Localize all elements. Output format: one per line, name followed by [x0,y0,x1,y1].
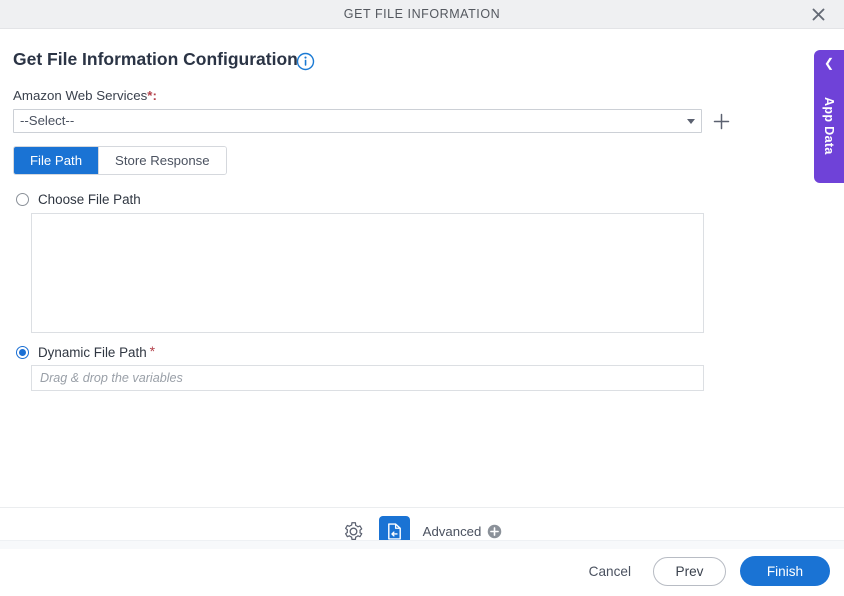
footer-band [0,540,844,549]
chevron-left-icon: ❮ [823,56,835,70]
aws-select[interactable]: --Select-- [13,109,702,133]
page-title: Get File Information Configuration [13,49,298,69]
dynamic-file-path-input[interactable] [31,365,704,391]
finish-button[interactable]: Finish [740,556,830,586]
radio-choose-file-path-label: Choose File Path [38,192,141,207]
chevron-down-icon [687,119,695,124]
add-connection-button[interactable] [712,111,730,131]
advanced-label: Advanced [422,523,482,539]
window-titlebar: GET FILE INFORMATION [0,0,844,29]
config-tabs: File Path Store Response [13,146,227,175]
dialog-window: GET FILE INFORMATION Get File Informatio… [0,0,844,596]
tab-store-response[interactable]: Store Response [98,147,226,174]
info-icon[interactable] [296,52,315,71]
prev-button[interactable]: Prev [653,556,726,586]
radio-dynamic-file-path-control[interactable] [16,346,29,359]
window-title: GET FILE INFORMATION [343,7,501,21]
close-icon[interactable] [800,0,836,29]
radio-choose-file-path-control[interactable] [16,193,29,206]
plus-circle-icon[interactable] [487,524,502,539]
cancel-button[interactable]: Cancel [581,558,639,585]
advanced-button[interactable]: Advanced [423,524,503,539]
aws-field-label: Amazon Web Services*: [13,88,157,103]
tab-file-path[interactable]: File Path [14,147,99,174]
app-data-panel-toggle[interactable]: ❮ App Data [814,50,844,183]
radio-choose-file-path[interactable]: Choose File Path [16,192,141,207]
radio-dynamic-file-path-label: Dynamic File Path [38,345,147,360]
footer-actions: Cancel Prev Finish [581,556,830,586]
required-marker: *: [147,88,157,103]
aws-select-value: --Select-- [20,113,75,128]
required-marker-dynamic: * [149,343,156,359]
aws-field-label-text: Amazon Web Services [13,88,148,103]
file-path-textarea[interactable] [31,213,704,333]
radio-dynamic-file-path[interactable]: Dynamic File Path * [16,343,156,360]
app-data-label: App Data [822,97,836,155]
